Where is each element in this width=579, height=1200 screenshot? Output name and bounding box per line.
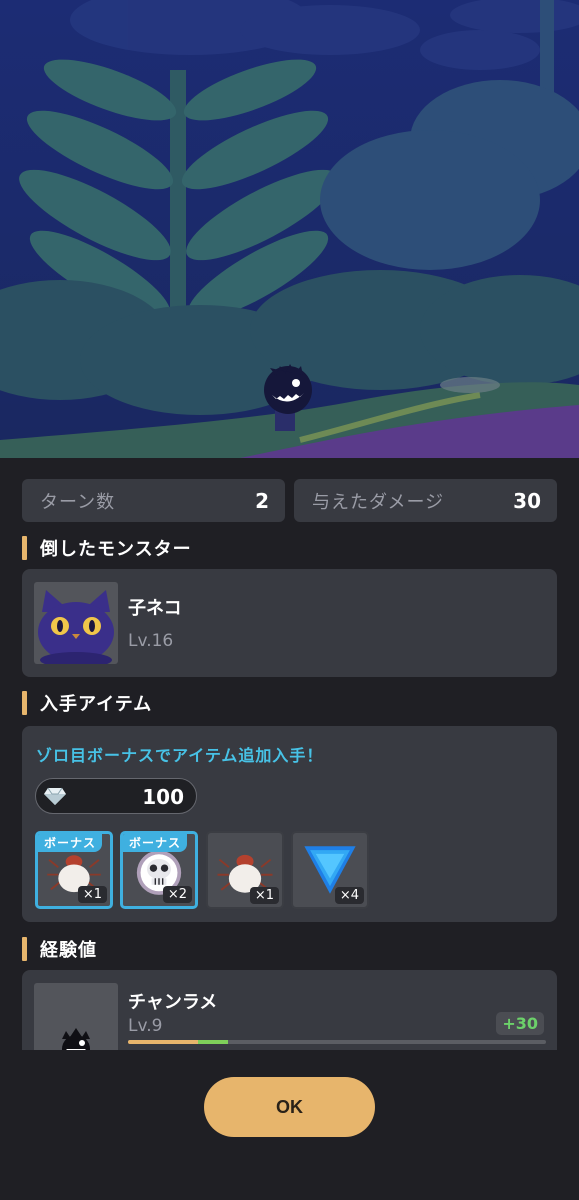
- item-quantity: ×2: [162, 886, 192, 903]
- item-quantity: ×1: [77, 886, 107, 903]
- damage-label: 与えたダメージ: [312, 491, 445, 513]
- turn-count-label: ターン数: [40, 491, 116, 513]
- defeated-monster-card: 子ネコ Lv.16: [22, 569, 557, 677]
- section-accent-bar: [22, 691, 27, 715]
- section-accent-bar: [22, 536, 27, 560]
- item-slot[interactable]: ボーナス ×1: [35, 831, 113, 909]
- ok-button-label: OK: [276, 1096, 303, 1117]
- gem-counter: 100: [35, 778, 197, 814]
- section-accent-bar: [22, 937, 27, 961]
- defeated-monster-level: Lv.16: [128, 631, 174, 651]
- ok-button[interactable]: OK: [204, 1077, 375, 1137]
- damage-box: 与えたダメージ 30: [294, 479, 557, 522]
- bonus-message: ゾロ目ボーナスでアイテム追加入手！: [36, 746, 324, 765]
- gem-count: 100: [142, 785, 184, 809]
- exp-gain-badge: +30: [496, 1012, 544, 1035]
- exp-card: チャンラメ Lv.9 +30: [22, 970, 557, 1050]
- turn-count-box: ターン数 2: [22, 479, 285, 522]
- exp-section-header: 経験値: [22, 936, 97, 962]
- defeated-section-header: 倒したモンスター: [22, 535, 192, 561]
- defeated-section-title: 倒したモンスター: [40, 539, 192, 560]
- exp-section-title: 経験値: [40, 940, 97, 961]
- forest-background: [0, 0, 579, 458]
- item-slot[interactable]: ×4: [291, 831, 369, 909]
- defeated-monster-name: 子ネコ: [128, 598, 182, 619]
- purple-cat-icon: [34, 582, 118, 664]
- exp-progress-bar: [128, 1040, 546, 1044]
- item-quantity: ×4: [334, 887, 364, 904]
- battle-scene: [0, 0, 579, 458]
- item-slot[interactable]: ボーナス ×2: [120, 831, 198, 909]
- character-name: チャンラメ: [128, 992, 218, 1013]
- spiky-black-creature-icon: [34, 983, 118, 1050]
- items-card: ゾロ目ボーナスでアイテム追加入手！ 100 ボーナス ×1 ボーナス ×2 ×1…: [22, 726, 557, 922]
- items-section-header: 入手アイテム: [22, 690, 152, 716]
- damage-value: 30: [513, 488, 541, 513]
- item-slot[interactable]: ×1: [206, 831, 284, 909]
- character-level: Lv.9: [128, 1016, 163, 1036]
- diamond-gem-icon: [44, 787, 66, 805]
- exp-scroll-area[interactable]: チャンラメ Lv.9 +30: [0, 970, 579, 1050]
- turn-count-value: 2: [255, 488, 269, 513]
- bonus-tag: ボーナス: [123, 834, 188, 852]
- exp-progress-fill: [128, 1040, 229, 1044]
- item-quantity: ×1: [249, 887, 279, 904]
- bonus-tag: ボーナス: [38, 834, 103, 852]
- items-section-title: 入手アイテム: [40, 694, 153, 715]
